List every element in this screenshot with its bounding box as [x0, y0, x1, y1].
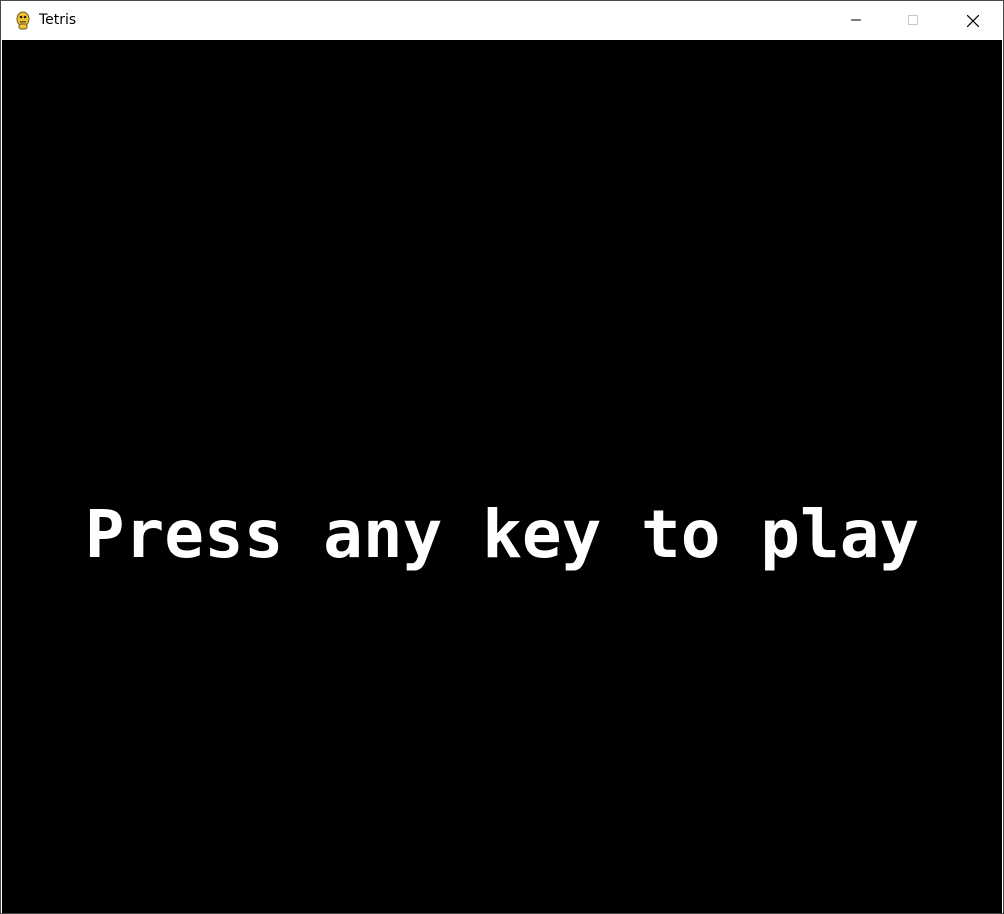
window-title: Tetris — [39, 12, 77, 28]
maximize-icon — [908, 15, 918, 25]
minimize-icon — [851, 19, 861, 21]
maximize-button[interactable] — [890, 1, 936, 39]
title-bar[interactable]: Tetris — [1, 1, 1003, 39]
press-any-key-prompt: Press any key to play — [84, 496, 920, 573]
app-window: Tetris Press any key to play — [0, 0, 1004, 914]
pygame-snake-icon — [13, 10, 33, 30]
game-canvas[interactable]: Press any key to play — [2, 40, 1002, 913]
close-icon — [967, 15, 979, 27]
minimize-button[interactable] — [833, 1, 879, 39]
close-button[interactable] — [949, 1, 995, 39]
